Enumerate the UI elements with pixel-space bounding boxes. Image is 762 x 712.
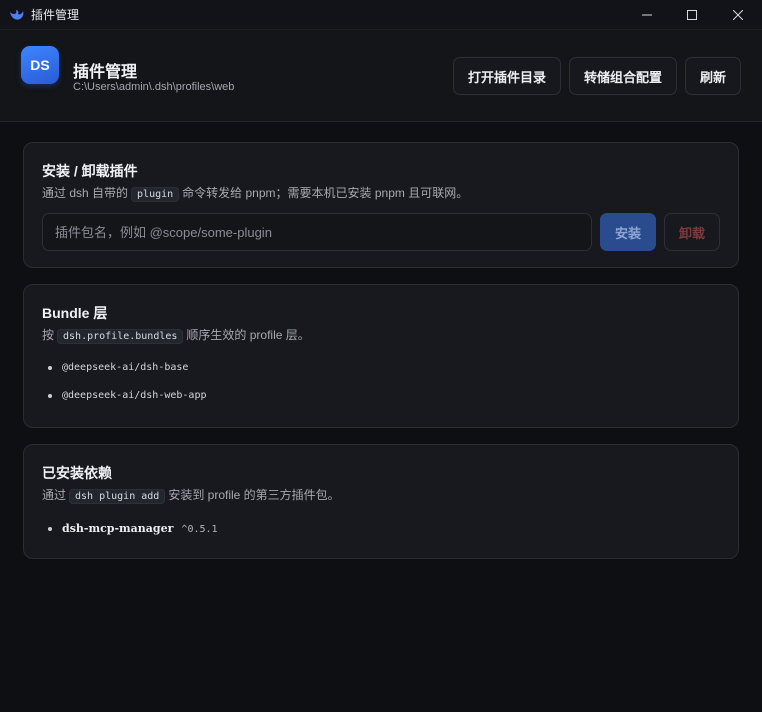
convert-config-button[interactable]: 转储组合配置	[569, 57, 677, 95]
install-card: 安装 / 卸载插件 通过 dsh 自带的 plugin 命令转发给 pnpm；需要本…	[23, 142, 739, 268]
desc-text: 通过	[42, 488, 67, 502]
inline-code: dsh.profile.bundles	[57, 329, 184, 344]
deps-card-desc: 通过 dsh plugin add 安装到 profile 的第三方插件包。	[42, 486, 340, 504]
title-bar: 插件管理	[0, 0, 762, 30]
dep-version: ^0.5.1	[181, 524, 218, 535]
install-card-desc: 通过 dsh 自带的 plugin 命令转发给 pnpm；需要本机已安装 pnpm …	[42, 184, 469, 202]
deps-card-title: 已安装依赖	[42, 465, 112, 481]
window-title: 插件管理	[31, 8, 80, 22]
dep-name: dsh-mcp-manager	[62, 522, 174, 535]
refresh-button[interactable]: 刷新	[685, 57, 741, 95]
maximize-button[interactable]	[669, 0, 715, 30]
bundle-card: Bundle 层 按 dsh.profile.bundles 顺序生效的 profi…	[23, 284, 739, 428]
list-item: @deepseek-ai/dsh-base	[48, 362, 207, 373]
bundle-card-desc: 按 dsh.profile.bundles 顺序生效的 profile 层。	[42, 326, 310, 344]
open-plugin-dir-button[interactable]: 打开插件目录	[453, 57, 561, 95]
avatar: DS	[21, 46, 59, 84]
inline-code: plugin	[131, 187, 180, 202]
page-header: DS 插件管理 C:\Users\admin\.dsh\profiles\web…	[0, 30, 762, 122]
desc-text: 安装到 profile 的第三方插件包。	[168, 488, 340, 502]
desc-text: 通过 dsh 自带的	[42, 186, 129, 200]
desc-text: 按	[42, 328, 55, 342]
deps-card: 已安装依赖 通过 dsh plugin add 安装到 profile 的第三方插件…	[23, 444, 739, 559]
list-item: dsh-mcp-manager ^0.5.1	[48, 522, 218, 535]
uninstall-button[interactable]: 卸载	[664, 213, 720, 251]
close-button[interactable]	[715, 0, 761, 30]
profile-path: C:\Users\admin\.dsh\profiles\web	[73, 81, 235, 93]
inline-code: dsh plugin add	[69, 489, 166, 504]
plugin-name-input[interactable]	[42, 213, 592, 251]
install-card-title: 安装 / 卸载插件	[42, 163, 138, 179]
desc-text: 顺序生效的 profile 层。	[186, 328, 310, 342]
bundle-list: @deepseek-ai/dsh-base @deepseek-ai/dsh-w…	[48, 362, 207, 401]
list-item: @deepseek-ai/dsh-web-app	[48, 390, 207, 401]
install-button[interactable]: 安装	[600, 213, 656, 251]
minimize-button[interactable]	[624, 0, 670, 30]
close-icon	[733, 10, 743, 20]
app-logo-icon	[9, 7, 25, 23]
minimize-icon	[642, 14, 652, 16]
desc-text: 命令转发给 pnpm；需要本机已安装 pnpm 且可联网。	[182, 186, 469, 200]
bundle-card-title: Bundle 层	[42, 305, 108, 321]
deps-list: dsh-mcp-manager ^0.5.1	[48, 522, 218, 535]
page-title: 插件管理	[73, 64, 138, 81]
maximize-icon	[687, 10, 697, 20]
